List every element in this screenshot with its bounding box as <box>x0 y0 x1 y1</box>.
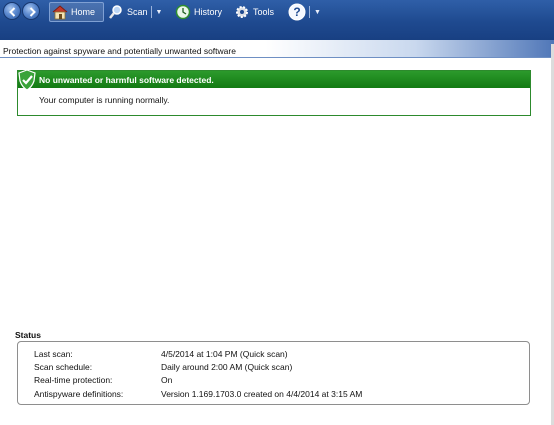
alert-header: No unwanted or harmful software detected… <box>18 71 530 88</box>
page-subtitle: Protection against spyware and potential… <box>3 46 236 56</box>
scan-label: Scan <box>127 7 148 17</box>
alert-message: Your computer is running normally. <box>39 95 170 105</box>
help-separator <box>309 6 310 18</box>
status-alert-panel: No unwanted or harmful software detected… <box>17 69 531 116</box>
status-label: Scan schedule: <box>34 362 93 372</box>
home-label: Home <box>71 7 96 17</box>
tools-button[interactable]: Tools <box>234 2 274 22</box>
status-label: Last scan: <box>34 349 73 359</box>
scan-dropdown-icon[interactable]: ▼ <box>156 9 163 16</box>
svg-text:?: ? <box>293 5 300 19</box>
help-icon: ? <box>288 3 306 21</box>
scan-separator <box>150 6 152 18</box>
history-clock-icon <box>175 4 191 20</box>
status-row-realtime-protection: Real-time protection: On <box>34 375 514 387</box>
status-row-definitions: Antispyware definitions: Version 1.169.1… <box>34 389 514 401</box>
shield-check-icon <box>18 69 36 91</box>
forward-button[interactable] <box>22 2 40 20</box>
status-label: Real-time protection: <box>34 375 113 385</box>
home-button[interactable]: Home <box>49 2 104 22</box>
tools-label: Tools <box>253 7 275 17</box>
status-row-scan-schedule: Scan schedule: Daily around 2:00 AM (Qui… <box>34 362 514 374</box>
status-panel: Last scan: 4/5/2014 at 1:04 PM (Quick sc… <box>17 341 530 405</box>
status-value: Daily around 2:00 AM (Quick scan) <box>161 362 293 372</box>
magnifier-icon <box>109 5 122 19</box>
status-value: On <box>161 375 173 385</box>
back-arrow-icon <box>9 7 16 17</box>
status-label: Antispyware definitions: <box>34 389 124 399</box>
back-button[interactable] <box>3 2 21 20</box>
status-value: 4/5/2014 at 1:04 PM (Quick scan) <box>161 349 288 359</box>
history-button[interactable]: History <box>175 2 222 22</box>
home-icon <box>52 5 68 20</box>
status-row-last-scan: Last scan: 4/5/2014 at 1:04 PM (Quick sc… <box>34 349 514 361</box>
alert-title: No unwanted or harmful software detected… <box>39 74 214 85</box>
status-heading: Status <box>15 330 41 340</box>
toolbar: Home Scan ▼ History Tools ? ▼ <box>0 0 554 44</box>
status-value: Version 1.169.1703.0 created on 4/4/2014… <box>161 389 363 399</box>
scan-button[interactable]: Scan ▼ <box>108 2 162 22</box>
history-label: History <box>194 7 223 17</box>
gear-icon <box>236 6 248 18</box>
forward-arrow-icon <box>29 7 36 17</box>
help-dropdown-icon[interactable]: ▼ <box>314 9 321 16</box>
help-button[interactable]: ? ▼ <box>288 2 321 22</box>
